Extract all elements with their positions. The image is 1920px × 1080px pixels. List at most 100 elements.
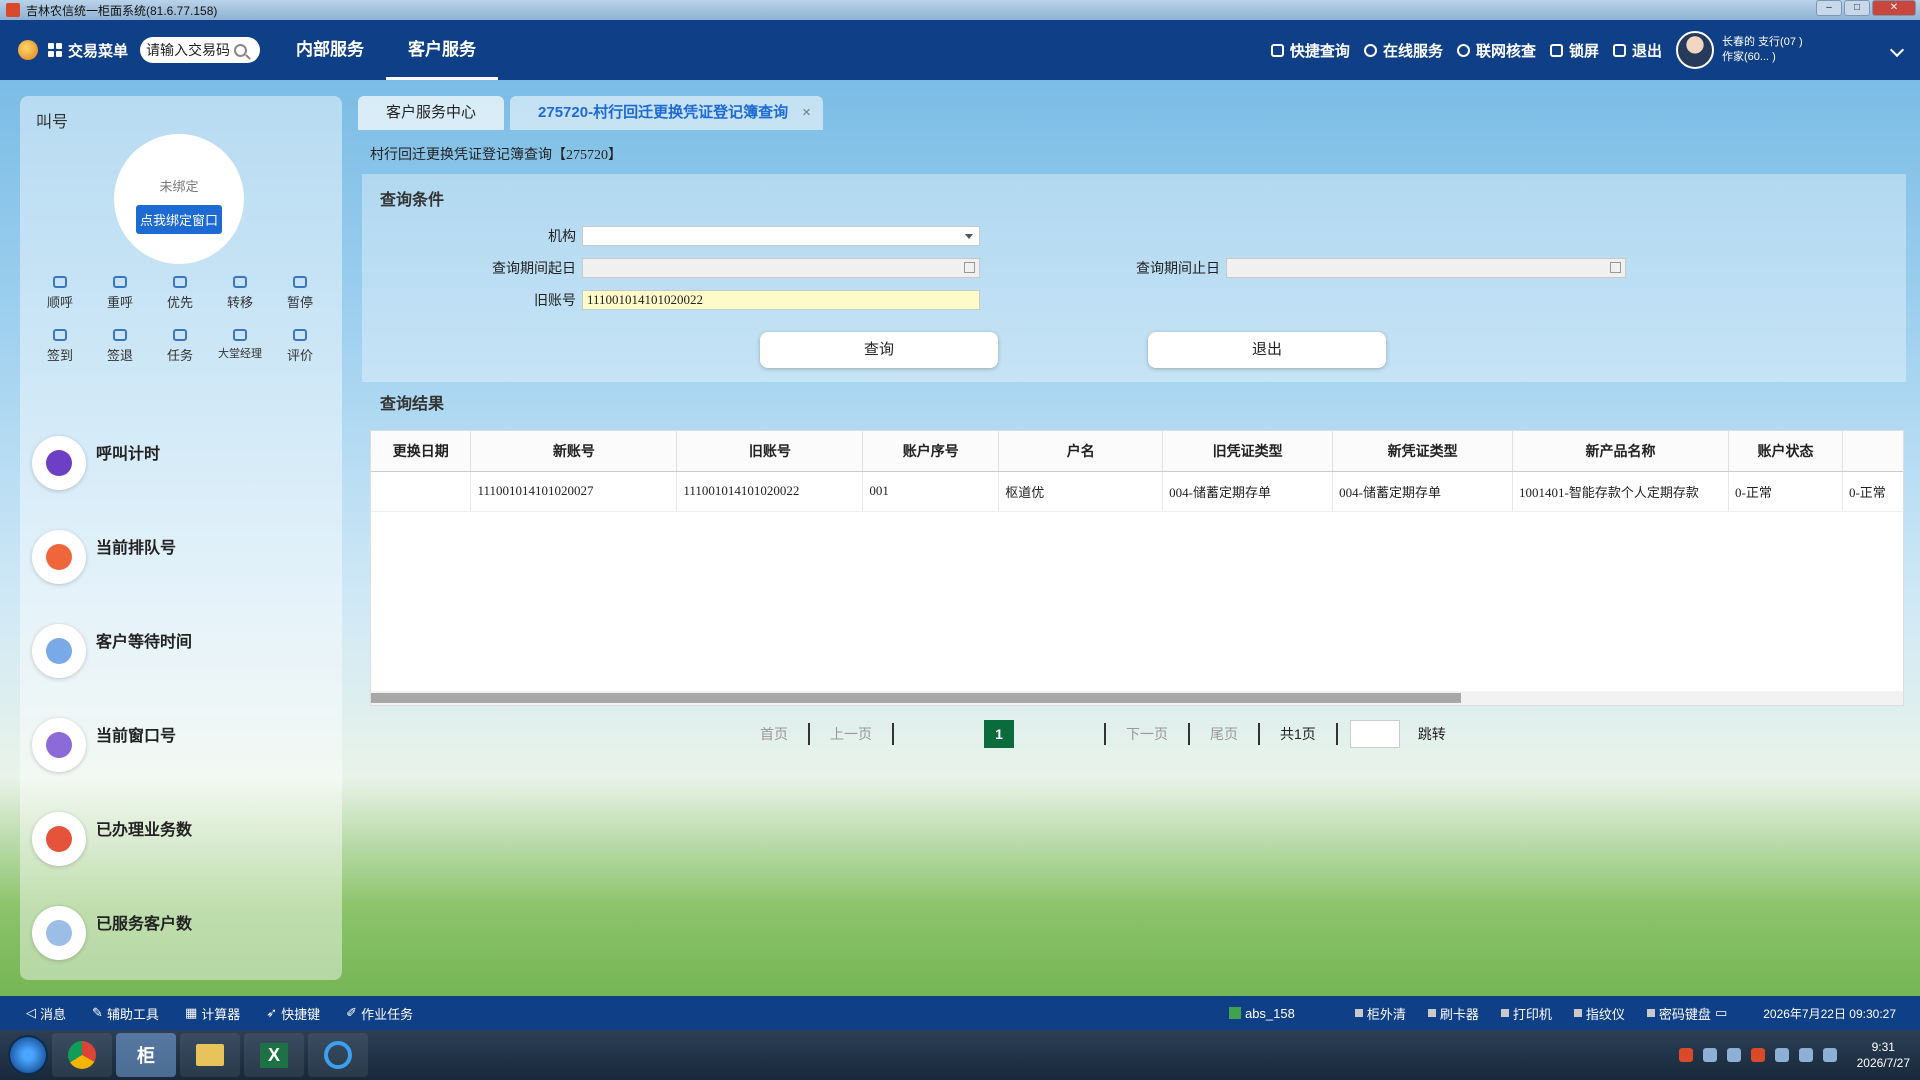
system-clock[interactable]: 9:31 2026/7/27 (1857, 1039, 1910, 1071)
current-page[interactable]: 1 (984, 720, 1014, 748)
tool-sequential-call[interactable]: 顺呼 (30, 276, 90, 311)
bind-window-button[interactable]: 点我绑定窗口 (135, 205, 222, 234)
arrow-up-icon (173, 276, 187, 288)
transaction-code-search (140, 37, 261, 63)
start-button[interactable] (8, 1035, 48, 1075)
tool-evaluation[interactable]: 评价 (270, 329, 330, 364)
avatar[interactable] (1676, 31, 1714, 69)
aux-tools-button[interactable]: ✎ 辅助工具 (92, 1004, 159, 1023)
device-pin-pad[interactable]: 密码键盘 ▭ (1646, 1004, 1727, 1023)
browser-tray-icon[interactable] (1774, 1048, 1789, 1062)
column-header[interactable]: 新产品名称 (1512, 431, 1730, 472)
job-tasks-button[interactable]: ✐ 作业任务 (346, 1004, 413, 1023)
calendar-icon[interactable] (1610, 262, 1621, 273)
column-header[interactable]: 更换日期 (371, 431, 472, 472)
device-counter-screen[interactable]: 柜外清 (1354, 1004, 1406, 1023)
security-icon[interactable] (1750, 1048, 1765, 1062)
device-printer[interactable]: 打印机 (1500, 1004, 1552, 1023)
start-date-input[interactable] (582, 258, 980, 278)
org-select[interactable] (582, 226, 980, 246)
tool-recall[interactable]: 重呼 (90, 276, 150, 311)
messages-button[interactable]: ◁ 消息 (26, 1004, 66, 1023)
window-title: 吉林农信统一柜面系统(81.6.77.158) (26, 3, 218, 18)
shortcut-keys-button[interactable]: ➶ 快捷键 (266, 1004, 320, 1023)
taskbar-excel[interactable]: X (244, 1033, 304, 1077)
calculator-button[interactable]: ▦ 计算器 (185, 1004, 240, 1023)
online-service-button[interactable]: 在线服务 (1363, 40, 1443, 61)
tab-customer-service-center[interactable]: 客户服务中心 (358, 96, 505, 130)
tool-task[interactable]: 任务 (150, 329, 210, 364)
nav-tab-internal-service[interactable]: 内部服务 (274, 20, 386, 80)
ime-icon[interactable] (1678, 1048, 1693, 1062)
transaction-menu-button[interactable]: 交易菜单 (48, 40, 128, 61)
chevron-down-icon[interactable] (1889, 42, 1905, 58)
jump-button[interactable]: 跳转 (1400, 724, 1446, 744)
pagination: 首页 上一页 1 下一页 尾页 共1页 跳转 (740, 720, 1446, 748)
column-header[interactable]: 旧账号 (676, 431, 864, 472)
top-right-actions: 快捷查询 在线服务 联网核查 锁屏 退出 (1270, 40, 1662, 61)
tool-label: 大堂经理 (218, 348, 262, 360)
maximize-button[interactable]: □ (1844, 0, 1870, 16)
close-window-button[interactable]: ✕ (1872, 0, 1916, 16)
first-page-button[interactable]: 首页 (740, 724, 808, 744)
stat-label: 客户等待时间 (96, 634, 193, 651)
status-dot-icon (1573, 1009, 1582, 1017)
top-navigation: 交易菜单 内部服务 客户服务 快捷查询 在线服务 联网核查 锁屏 退出 长春的 … (0, 20, 1920, 80)
calendar-icon[interactable] (964, 262, 975, 273)
network-icon[interactable] (1702, 1048, 1717, 1062)
end-date-input[interactable] (1226, 258, 1626, 278)
taskbar-chrome[interactable] (52, 1033, 112, 1077)
quick-query-button[interactable]: 快捷查询 (1270, 40, 1350, 61)
stat-label: 当前窗口号 (96, 728, 177, 745)
device-label: 柜外清 (1366, 1006, 1406, 1022)
nav-tab-customer-service[interactable]: 客户服务 (386, 20, 499, 80)
bluetooth-icon[interactable] (1798, 1048, 1813, 1062)
tool-transfer[interactable]: 转移 (210, 276, 270, 311)
tool-priority[interactable]: 优先 (150, 276, 210, 311)
column-header[interactable]: 账户状态 (1728, 431, 1843, 472)
tray-app-icon[interactable] (1726, 1048, 1741, 1062)
list-icon (53, 276, 67, 288)
quick-query-icon (1270, 43, 1284, 57)
tab-label: 275720-村行回迁更换凭证登记簿查询 (538, 104, 789, 121)
old-account-input[interactable]: 111001014101020022 (582, 290, 980, 310)
query-button[interactable]: 查询 (760, 332, 998, 368)
taskbar-ie[interactable] (308, 1033, 368, 1077)
table-row[interactable]: 111001014101020027 111001014101020022 00… (371, 471, 1903, 512)
tool-label: 优先 (166, 295, 193, 310)
next-page-button[interactable]: 下一页 (1106, 724, 1188, 744)
jump-page-input[interactable] (1349, 720, 1400, 748)
column-header[interactable]: 新账号 (470, 431, 678, 472)
query-results-title: 查询结果 (380, 396, 445, 413)
tool-pause[interactable]: 暂停 (270, 276, 330, 311)
column-header[interactable] (1842, 431, 1903, 472)
taskbar-file-explorer[interactable] (180, 1033, 240, 1077)
taskbar-counter-app[interactable]: 柜 (116, 1033, 176, 1077)
tool-sign-out[interactable]: 签退 (90, 329, 150, 364)
network-verify-button[interactable]: 联网核查 (1456, 40, 1536, 61)
device-card-reader[interactable]: 刷卡器 (1427, 1004, 1479, 1023)
tool-label: 顺呼 (46, 295, 73, 310)
horizontal-scrollbar[interactable] (371, 691, 1903, 705)
search-icon[interactable] (234, 43, 248, 57)
tool-lobby-manager[interactable]: 大堂经理 (210, 329, 270, 364)
lock-screen-button[interactable]: 锁屏 (1549, 40, 1599, 61)
transaction-code-input[interactable] (146, 42, 235, 58)
prev-page-button[interactable]: 上一页 (810, 724, 892, 744)
minimize-button[interactable]: – (1816, 0, 1842, 16)
column-header[interactable]: 旧凭证类型 (1162, 431, 1334, 472)
volume-icon[interactable] (1822, 1048, 1837, 1062)
tool-sign-in[interactable]: 签到 (30, 329, 90, 364)
column-header[interactable]: 账户序号 (862, 431, 1000, 472)
column-header[interactable]: 户名 (998, 431, 1164, 472)
device-fingerprint[interactable]: 指纹仪 (1573, 1004, 1625, 1023)
logout-button[interactable]: 退出 (1612, 40, 1662, 61)
close-icon[interactable]: × (802, 104, 811, 121)
last-page-button[interactable]: 尾页 (1190, 724, 1258, 744)
exit-button[interactable]: 退出 (1148, 332, 1386, 368)
column-header[interactable]: 新凭证类型 (1332, 431, 1514, 472)
tab-275720[interactable]: 275720-村行回迁更换凭证登记簿查询 × (510, 96, 823, 130)
scrollbar-thumb[interactable] (371, 693, 1461, 703)
windows-taskbar: 柜 X 9:31 2026/7/27 (0, 1030, 1920, 1080)
tool-label: 重呼 (106, 295, 133, 310)
